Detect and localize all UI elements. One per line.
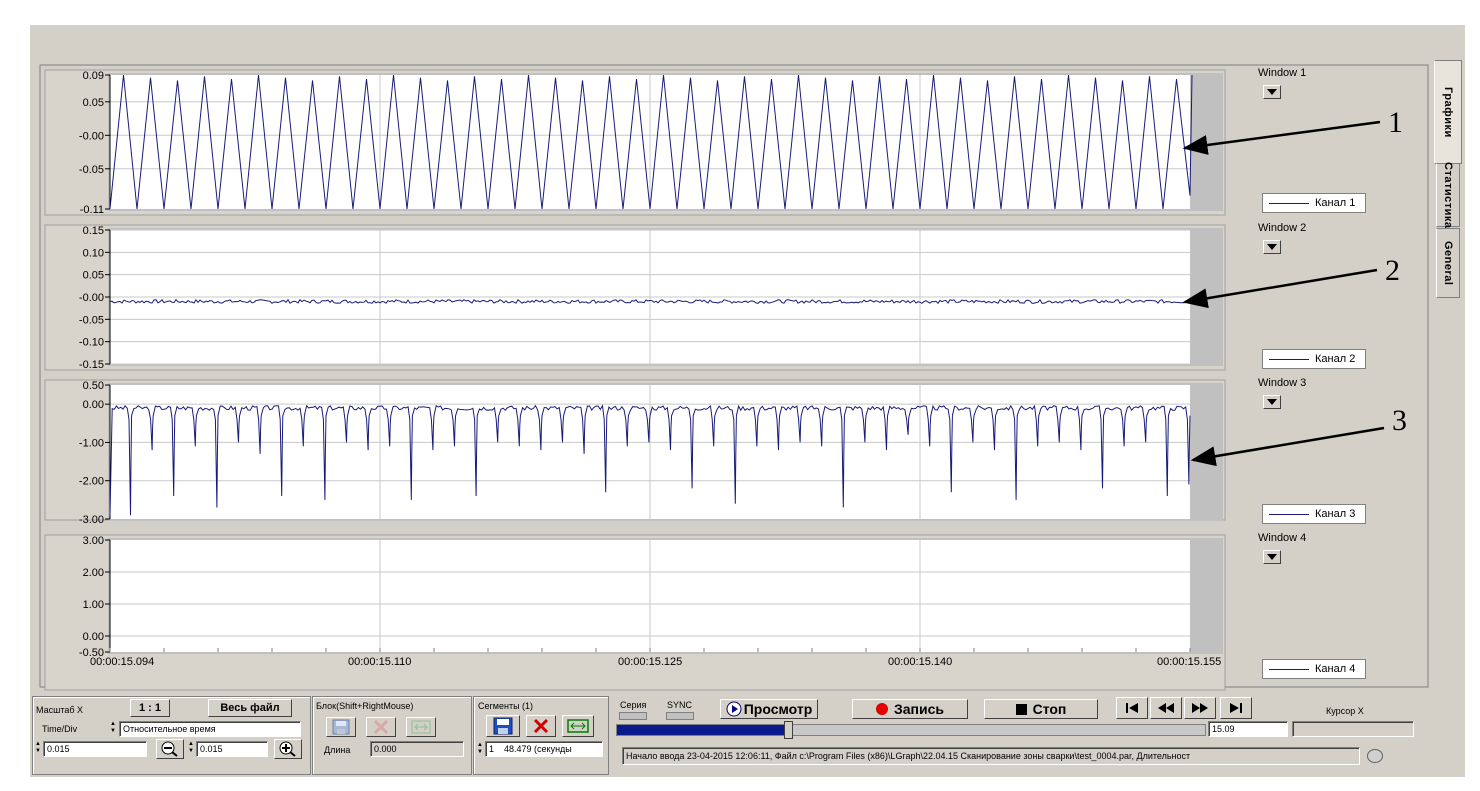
annotation-arrows: [1182, 120, 1385, 467]
annotation-arrow-2: [1182, 268, 1378, 309]
annotation-arrow-1: [1182, 120, 1381, 155]
annotation-arrow-3: [1190, 426, 1385, 467]
